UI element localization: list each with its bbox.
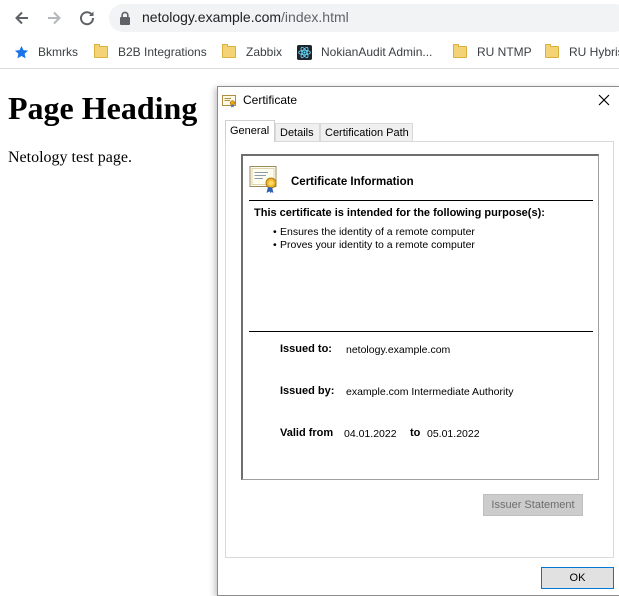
bookmark-label: Zabbix <box>246 45 283 59</box>
issued-by-label: Issued by: <box>280 385 335 397</box>
purpose-item: Ensures the identity of a remote compute… <box>273 226 475 238</box>
issued-to-value: netology.example.com <box>346 344 451 356</box>
bookmark-ru-hybris[interactable]: RU Hybris <box>545 42 619 62</box>
bookmarks-bar: Bkmrks B2B Integrations Zabbix NokianAud… <box>0 36 619 69</box>
certificate-info-box: Certificate Information This certificate… <box>241 154 599 480</box>
page-heading: Page Heading <box>8 90 198 126</box>
arrow-left-icon <box>15 11 28 25</box>
divider <box>249 200 593 201</box>
reload-icon <box>80 11 95 26</box>
tab-certification-path[interactable]: Certification Path <box>320 123 413 141</box>
certificate-icon <box>222 95 236 108</box>
bookmark-bkmrks[interactable]: Bkmrks <box>14 42 78 62</box>
page-text: Netology test page. <box>8 149 132 166</box>
bookmark-nokianaudit[interactable]: NokianAudit Admin... <box>297 42 432 62</box>
close-icon[interactable] <box>597 93 611 107</box>
arrow-right-icon <box>48 11 61 25</box>
lock-icon <box>120 11 130 25</box>
tab-details[interactable]: Details <box>275 123 320 141</box>
purpose-heading: This certificate is intended for the fol… <box>254 207 545 219</box>
general-tab-panel: Certificate Information This certificate… <box>225 141 614 558</box>
bookmark-label: RU Hybris <box>569 45 619 59</box>
valid-to-label: to <box>410 427 421 439</box>
issuer-statement-button[interactable]: Issuer Statement <box>483 494 583 516</box>
bookmark-label: B2B Integrations <box>118 45 207 59</box>
folder-icon <box>545 44 559 58</box>
certificate-info-title: Certificate Information <box>291 176 414 188</box>
bookmark-label: NokianAudit Admin... <box>321 45 433 59</box>
bookmark-label: Bkmrks <box>38 45 78 59</box>
url-host: netology.example.com <box>142 9 282 25</box>
divider <box>249 331 593 332</box>
issued-to-label: Issued to: <box>280 343 332 355</box>
forward-button[interactable] <box>42 7 66 29</box>
bookmark-zabbix[interactable]: Zabbix <box>222 42 282 62</box>
certificate-dialog: Certificate General Details Certificatio… <box>217 86 619 596</box>
browser-toolbar: netology.example.com/index.html <box>0 0 619 36</box>
address-bar[interactable]: netology.example.com/index.html <box>109 4 619 32</box>
tab-general[interactable]: General <box>225 120 275 142</box>
bookmark-label: RU NTMP <box>477 45 532 59</box>
valid-from-label: Valid from <box>280 427 334 439</box>
star-icon <box>14 45 29 58</box>
dialog-title: Certificate <box>243 93 298 107</box>
dialog-titlebar[interactable]: Certificate <box>218 87 619 115</box>
bookmark-b2b-integrations[interactable]: B2B Integrations <box>94 42 207 62</box>
folder-icon <box>222 44 236 58</box>
certificate-badge-icon <box>249 166 277 194</box>
valid-to-value: 05.01.2022 <box>427 428 480 440</box>
issued-by-value: example.com Intermediate Authority <box>346 386 514 398</box>
react-icon <box>297 44 312 60</box>
reload-button[interactable] <box>75 7 99 29</box>
ok-button[interactable]: OK <box>541 567 614 589</box>
back-button[interactable] <box>10 7 34 29</box>
bookmark-ru-ntmp[interactable]: RU NTMP <box>453 42 532 62</box>
address-url: netology.example.com/index.html <box>142 9 349 25</box>
folder-icon <box>453 44 467 58</box>
url-path: /index.html <box>281 9 349 25</box>
folder-icon <box>94 44 108 58</box>
purpose-item: Proves your identity to a remote compute… <box>273 239 475 251</box>
valid-from-value: 04.01.2022 <box>344 428 397 440</box>
